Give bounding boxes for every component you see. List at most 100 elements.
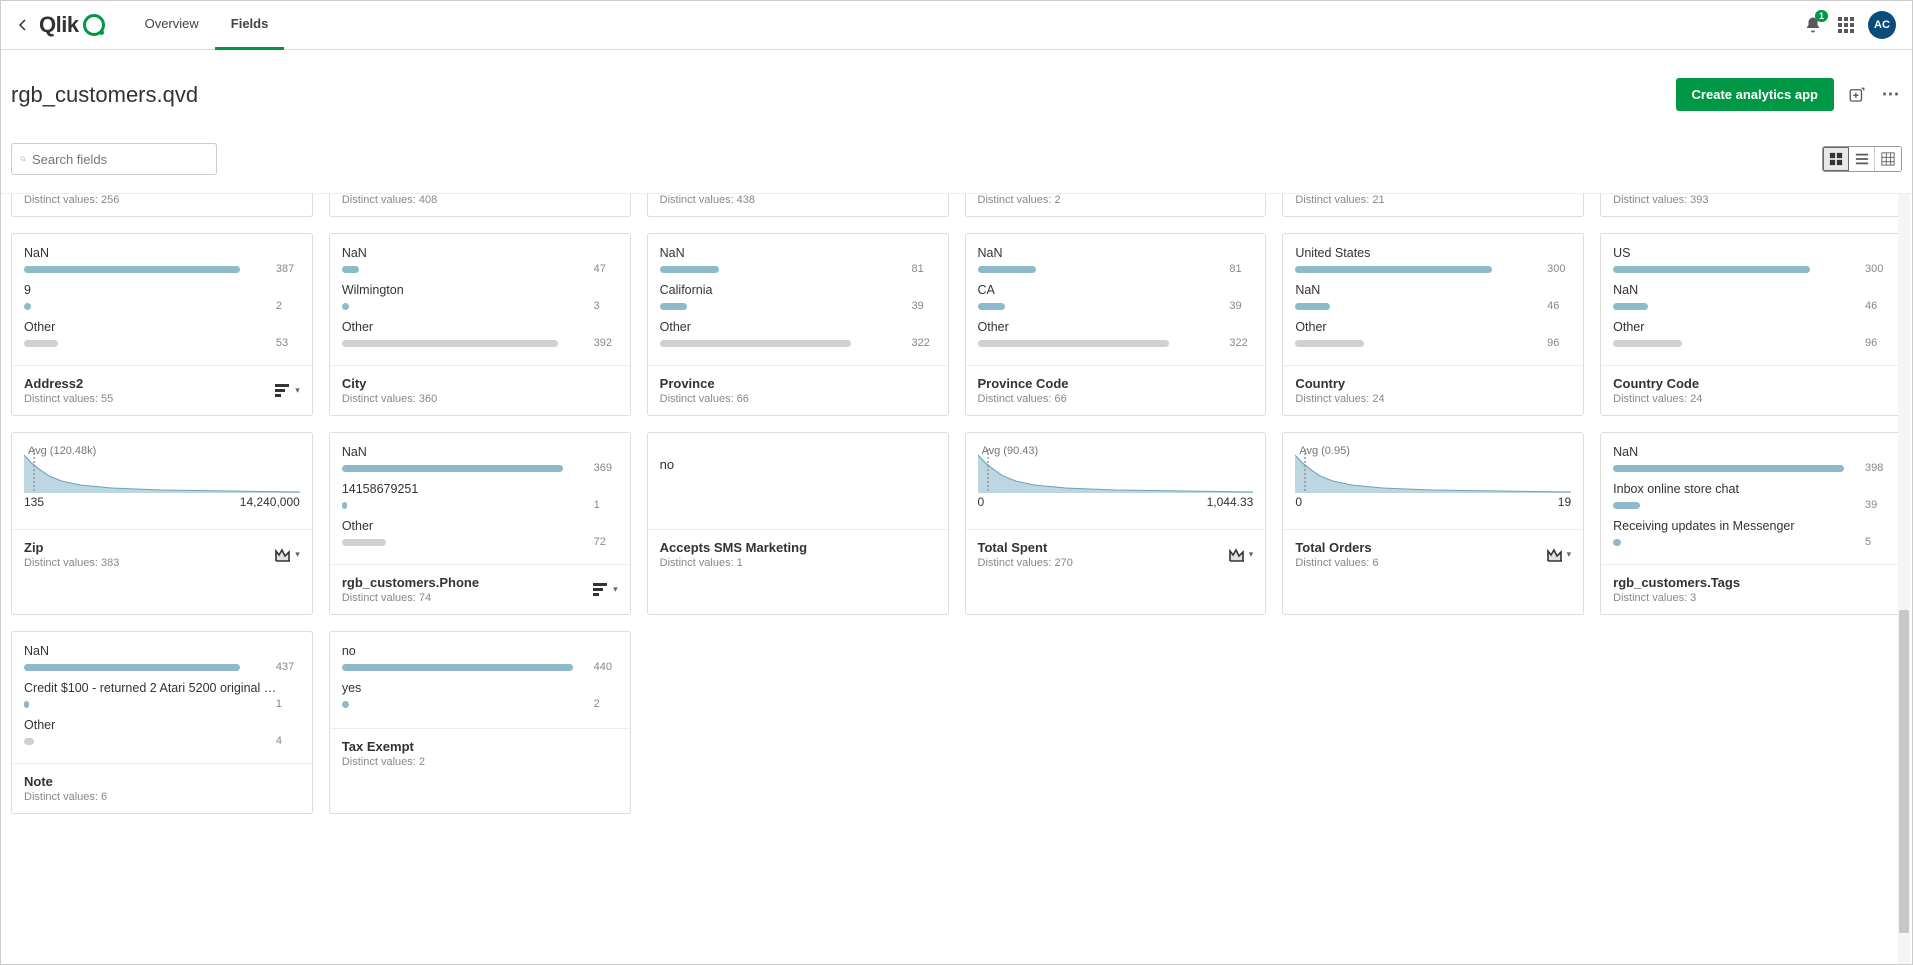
distribution-row: NaN 398	[1613, 445, 1889, 474]
single-value: no	[660, 445, 936, 472]
partial-card[interactable]: Distinct values: 408	[329, 194, 631, 217]
card-footer: Total Spent Distinct values: 270 ▾	[966, 529, 1266, 579]
distribution-row: Other 322	[660, 320, 936, 349]
distinct-count: Distinct values: 360	[342, 393, 618, 405]
field-card[interactable]: NaN 81 CA 39 Other 322 Province Code Dis…	[965, 233, 1267, 416]
back-button[interactable]	[11, 13, 35, 37]
view-table-button[interactable]	[1875, 147, 1901, 171]
card-type-button[interactable]: ▾	[275, 548, 300, 562]
search-field-container	[11, 143, 217, 175]
scrollbar-thumb[interactable]	[1899, 610, 1909, 933]
view-toggle	[1822, 146, 1902, 172]
field-card[interactable]: Avg (90.43) 01,044.33 Total Spent Distin…	[965, 432, 1267, 615]
distribution-label: Other	[342, 320, 618, 334]
create-analytics-app-button[interactable]: Create analytics app	[1676, 78, 1834, 111]
distribution-value: 300	[1547, 263, 1571, 275]
vertical-scrollbar[interactable]	[1898, 194, 1910, 964]
field-card[interactable]: no 440 yes 2 Tax Exempt Distinct values:…	[329, 631, 631, 814]
distribution-label: Other	[1295, 320, 1571, 334]
histogram: Avg (90.43) 01,044.33	[978, 445, 1254, 517]
avatar[interactable]: AC	[1868, 11, 1896, 39]
distribution-value: 46	[1547, 300, 1571, 312]
distribution-label: NaN	[978, 246, 1254, 260]
histogram: Avg (0.95) 019	[1295, 445, 1571, 517]
field-card[interactable]: Avg (0.95) 019 Total Orders Distinct val…	[1282, 432, 1584, 615]
field-card[interactable]: United States 300 NaN 46 Other 96 Countr…	[1282, 233, 1584, 416]
more-actions-button[interactable]: ⋯	[1880, 84, 1902, 106]
distribution-value: 5	[1865, 536, 1889, 548]
distribution-row: Other 53	[24, 320, 300, 349]
search-input[interactable]	[32, 152, 208, 167]
partial-card[interactable]: Distinct values: 256	[11, 194, 313, 217]
distribution-value: 2	[276, 300, 300, 312]
distribution-value: 369	[594, 462, 618, 474]
distribution-row: NaN 387	[24, 246, 300, 275]
distribution-row: Other 96	[1295, 320, 1571, 349]
card-footer: Country Code Distinct values: 24	[1601, 365, 1901, 415]
field-name: Accepts SMS Marketing	[660, 540, 936, 555]
partial-card[interactable]: Distinct values: 2	[965, 194, 1267, 217]
distribution-label: United States	[1295, 246, 1571, 260]
distribution-row: Other 392	[342, 320, 618, 349]
field-name: Total Orders	[1295, 540, 1546, 555]
card-type-button[interactable]: ▾	[1229, 548, 1254, 562]
partial-card[interactable]: Distinct values: 393	[1600, 194, 1902, 217]
min-value: 0	[978, 495, 985, 509]
field-card[interactable]: no Accepts SMS Marketing Distinct values…	[647, 432, 949, 615]
distribution-row: Inbox online store chat 39	[1613, 482, 1889, 511]
distribution-label: 14158679251	[342, 482, 618, 496]
tab-fields[interactable]: Fields	[215, 1, 285, 50]
distribution-value: 300	[1865, 263, 1889, 275]
card-footer: Province Code Distinct values: 66	[966, 365, 1266, 415]
card-footer: Note Distinct values: 6	[12, 763, 312, 813]
card-type-button[interactable]: ▾	[593, 583, 618, 597]
logo-text: Qlik	[39, 12, 79, 38]
card-type-button[interactable]: ▾	[275, 384, 300, 398]
distribution-row: Receiving updates in Messenger 5	[1613, 519, 1889, 548]
field-name: Province Code	[978, 376, 1254, 391]
field-card[interactable]: NaN 437 Credit $100 - returned 2 Atari 5…	[11, 631, 313, 814]
area-chart-icon	[275, 548, 291, 562]
qlik-logo[interactable]: Qlik	[39, 12, 105, 38]
field-card[interactable]: US 300 NaN 46 Other 96 Country Code Dist…	[1600, 233, 1902, 416]
notifications-button[interactable]: 1	[1802, 14, 1824, 36]
chevron-down-icon: ▾	[1567, 549, 1572, 560]
field-card[interactable]: NaN 398 Inbox online store chat 39 Recei…	[1600, 432, 1902, 615]
field-name: rgb_customers.Phone	[342, 575, 593, 590]
card-type-button[interactable]: ▾	[1547, 548, 1572, 562]
fields-content: Distinct values: 256 Distinct values: 40…	[1, 194, 1912, 964]
tab-overview[interactable]: Overview	[129, 1, 215, 50]
chevron-down-icon: ▾	[295, 549, 300, 560]
field-name: Country Code	[1613, 376, 1889, 391]
fields-row-1: NaN 387 9 2 Other 53 Address2 Distinct v…	[11, 233, 1902, 416]
field-name: Zip	[24, 540, 275, 555]
app-launcher-icon[interactable]	[1838, 17, 1854, 33]
distribution-row: no 440	[342, 644, 618, 673]
add-to-collection-button[interactable]	[1846, 84, 1868, 106]
distribution-label: CA	[978, 283, 1254, 297]
field-name: Tax Exempt	[342, 739, 618, 754]
avg-label: Avg (120.48k)	[28, 445, 96, 457]
field-card[interactable]: Avg (120.48k) 13514,240,000 Zip Distinct…	[11, 432, 313, 615]
distribution-value: 39	[912, 300, 936, 312]
distribution-value: 96	[1547, 337, 1571, 349]
distribution-value: 398	[1865, 462, 1889, 474]
field-card[interactable]: NaN 81 California 39 Other 322 Province …	[647, 233, 949, 416]
partial-card[interactable]: Distinct values: 21	[1282, 194, 1584, 217]
field-card[interactable]: NaN 369 14158679251 1 Other 72 rgb_custo…	[329, 432, 631, 615]
max-value: 19	[1558, 495, 1571, 509]
distribution-label: Other	[342, 519, 618, 533]
field-card[interactable]: NaN 387 9 2 Other 53 Address2 Distinct v…	[11, 233, 313, 416]
field-name: Note	[24, 774, 300, 789]
min-value: 0	[1295, 495, 1302, 509]
partial-card[interactable]: Distinct values: 438	[647, 194, 949, 217]
view-list-button[interactable]	[1849, 147, 1875, 171]
distribution-value: 39	[1865, 499, 1889, 511]
distribution-row: NaN 81	[978, 246, 1254, 275]
view-grid-button[interactable]	[1823, 147, 1849, 171]
card-footer: Tax Exempt Distinct values: 2	[330, 728, 630, 778]
distribution-label: NaN	[660, 246, 936, 260]
distribution-row: 14158679251 1	[342, 482, 618, 511]
histogram: Avg (120.48k) 13514,240,000	[24, 445, 300, 517]
field-card[interactable]: NaN 47 Wilmington 3 Other 392 City Disti…	[329, 233, 631, 416]
